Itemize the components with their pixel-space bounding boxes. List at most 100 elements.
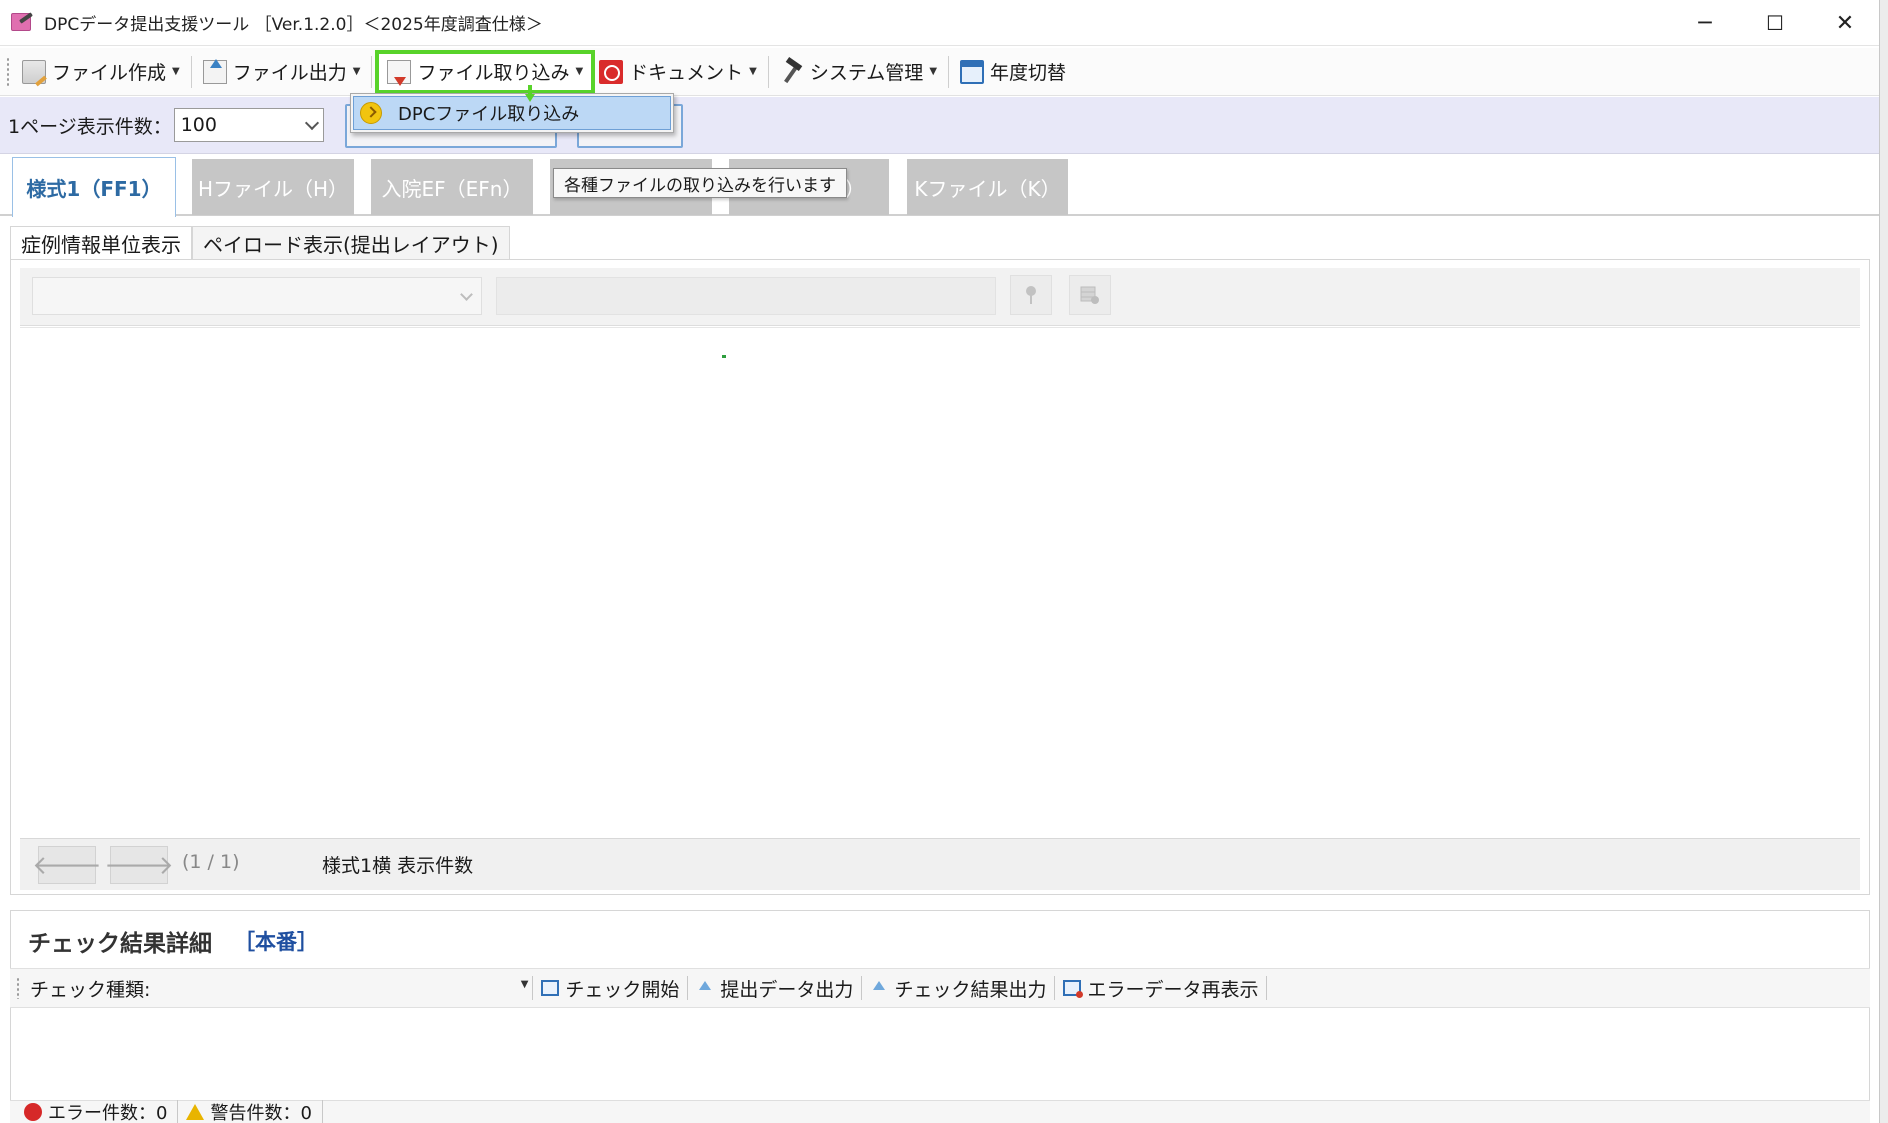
- search-button[interactable]: [1010, 275, 1052, 315]
- tooltip-text: 各種ファイルの取り込みを行います: [564, 175, 836, 196]
- import-dropdown-menu: DPCファイル取り込み: [350, 93, 674, 133]
- chevron-down-icon: ▼: [749, 66, 757, 77]
- chevron-down-icon: [460, 288, 473, 301]
- menu-item-label: DPCファイル取り込み: [398, 104, 580, 125]
- error-count: エラー件数：0: [48, 1103, 168, 1123]
- data-grid[interactable]: [20, 327, 1860, 838]
- status-separator: [321, 1100, 323, 1123]
- document-label: ドキュメント: [629, 62, 744, 84]
- prev-page-button[interactable]: 🡐: [32, 846, 102, 884]
- toolbar-separator: [371, 55, 373, 88]
- options-bar: 1ページ表示件数： 100: [0, 97, 1879, 154]
- view-subtabs: 症例情報単位表示 ペイロード表示(提出レイアウト): [10, 226, 510, 260]
- window-title: DPCデータ提出支援ツール ［Ver.1.2.0］＜2025年度調査仕様＞: [44, 15, 543, 35]
- close-button[interactable]: ✕: [1810, 0, 1879, 46]
- record-count-label: 様式1横 表示件数: [322, 855, 474, 877]
- mouse-cursor-icon: [525, 85, 535, 102]
- system-admin-button[interactable]: システム管理 ▼: [774, 52, 943, 92]
- main-toolbar: ファイル作成 ▼ ファイル出力 ▼ ファイル取り込み ▼ ドキュメント ▼ シス…: [0, 48, 1879, 96]
- filter-search-input[interactable]: [496, 277, 996, 315]
- error-redisplay-button[interactable]: エラーデータ再表示: [1055, 975, 1266, 1002]
- pdf-document-icon: [599, 59, 624, 84]
- submit-data-export-label: 提出データ出力: [720, 978, 854, 1001]
- app-window: DPCデータ提出支援ツール ［Ver.1.2.0］＜2025年度調査仕様＞ ─ …: [0, 0, 1880, 1123]
- system-admin-label: システム管理: [809, 62, 924, 84]
- status-separator: [177, 1100, 179, 1123]
- check-results-title: チェック結果詳細: [28, 931, 212, 957]
- chevron-down-icon: ▼: [929, 66, 938, 77]
- tooltip: 各種ファイルの取り込みを行います: [553, 168, 847, 198]
- search-icon: [1026, 286, 1036, 304]
- page-size-value: 100: [180, 114, 217, 136]
- page-info: (1 / 1): [182, 851, 240, 873]
- redisplay-icon: [1063, 980, 1084, 998]
- window-edge: [1880, 0, 1888, 1123]
- page-size-select[interactable]: 100: [173, 108, 324, 142]
- upload-icon: [696, 980, 714, 996]
- arrow-right-icon: 🡒: [104, 850, 174, 881]
- submit-data-export-button[interactable]: 提出データ出力: [688, 975, 861, 1002]
- title-bar: DPCデータ提出支援ツール ［Ver.1.2.0］＜2025年度調査仕様＞ ─ …: [0, 0, 1879, 46]
- chevron-down-icon: ▼: [172, 66, 180, 77]
- tab-k-file[interactable]: Kファイル（K）: [907, 159, 1068, 215]
- page-size-label: 1ページ表示件数：: [8, 115, 172, 138]
- document-button[interactable]: ドキュメント ▼: [593, 52, 763, 92]
- chevron-down-icon: ▼: [352, 66, 361, 77]
- file-import-icon: [387, 59, 412, 86]
- year-switch-label: 年度切替: [990, 62, 1067, 84]
- file-export-label: ファイル出力: [232, 62, 347, 84]
- check-start-label: チェック開始: [565, 978, 680, 1001]
- toolbar-separator: [190, 55, 192, 88]
- chevron-down-icon: ▼: [575, 66, 584, 77]
- menu-item-dpc-import[interactable]: DPCファイル取り込み: [353, 96, 671, 130]
- hammer-icon: [780, 60, 804, 84]
- toolbar-separator: [1266, 976, 1268, 1000]
- warning-count: 警告件数：0: [210, 1103, 312, 1123]
- check-result-export-button[interactable]: チェック結果出力: [862, 975, 1054, 1002]
- subtab-case-view[interactable]: 症例情報単位表示: [10, 226, 192, 260]
- check-result-export-label: チェック結果出力: [894, 978, 1047, 1001]
- file-export-icon: [202, 58, 227, 84]
- year-window-icon: [960, 59, 985, 84]
- subtab-payload-view[interactable]: ペイロード表示(提出レイアウト): [192, 226, 510, 260]
- toolbar-grip[interactable]: [16, 977, 20, 999]
- maximize-button[interactable]: ☐: [1740, 0, 1810, 46]
- check-type-label: チェック種類:: [30, 978, 151, 1001]
- upload-icon: [870, 980, 888, 996]
- error-icon: [24, 1103, 42, 1121]
- file-type-tabs: 様式1（FF1） Hファイル（H） 入院EF（EFn） FF3） Kファイル（K…: [0, 156, 1879, 217]
- loading-indicator: [722, 355, 726, 358]
- tab-efn[interactable]: 入院EF（EFn）: [371, 159, 533, 215]
- file-import-label: ファイル取り込み: [417, 62, 570, 84]
- tab-h-file[interactable]: Hファイル（H）: [192, 159, 354, 215]
- check-toolbar: チェック種類: ▼ チェック開始 提出データ出力 チェック結果出力 エラーデータ…: [10, 968, 1870, 1008]
- next-page-button[interactable]: 🡒: [104, 846, 174, 884]
- file-create-label: ファイル作成: [52, 62, 167, 84]
- warning-icon: [186, 1104, 205, 1120]
- error-redisplay-label: エラーデータ再表示: [1087, 978, 1259, 1001]
- arrow-left-icon: 🡐: [32, 850, 102, 881]
- chevron-down-icon: ▼: [520, 979, 529, 990]
- check-type-select[interactable]: ▼: [156, 973, 532, 1003]
- toolbar-separator: [767, 55, 769, 88]
- pager-bar: 🡐 🡒 (1 / 1) 様式1横 表示件数: [20, 838, 1860, 890]
- check-start-button[interactable]: チェック開始: [533, 975, 687, 1002]
- file-create-icon: [22, 59, 46, 84]
- environment-label: ［本番］: [234, 930, 318, 954]
- minimize-button[interactable]: ─: [1670, 0, 1740, 46]
- year-switch-button[interactable]: 年度切替: [954, 52, 1072, 92]
- detail-button[interactable]: [1069, 275, 1111, 315]
- file-import-button[interactable]: ファイル取り込み ▼: [375, 49, 596, 94]
- table-detail-icon: [1080, 286, 1099, 304]
- file-create-button[interactable]: ファイル作成 ▼: [16, 52, 186, 92]
- toolbar-grip[interactable]: [6, 56, 10, 87]
- filter-bar: [20, 268, 1860, 326]
- app-logo-icon: [10, 11, 34, 34]
- chevron-down-icon: [304, 115, 319, 131]
- check-start-icon: [541, 980, 560, 996]
- file-export-button[interactable]: ファイル出力 ▼: [197, 52, 367, 92]
- status-bar: エラー件数：0 警告件数：0: [10, 1100, 1870, 1123]
- filter-column-select[interactable]: [32, 277, 482, 315]
- tab-ff1[interactable]: 様式1（FF1）: [12, 157, 176, 217]
- toolbar-separator: [948, 55, 950, 88]
